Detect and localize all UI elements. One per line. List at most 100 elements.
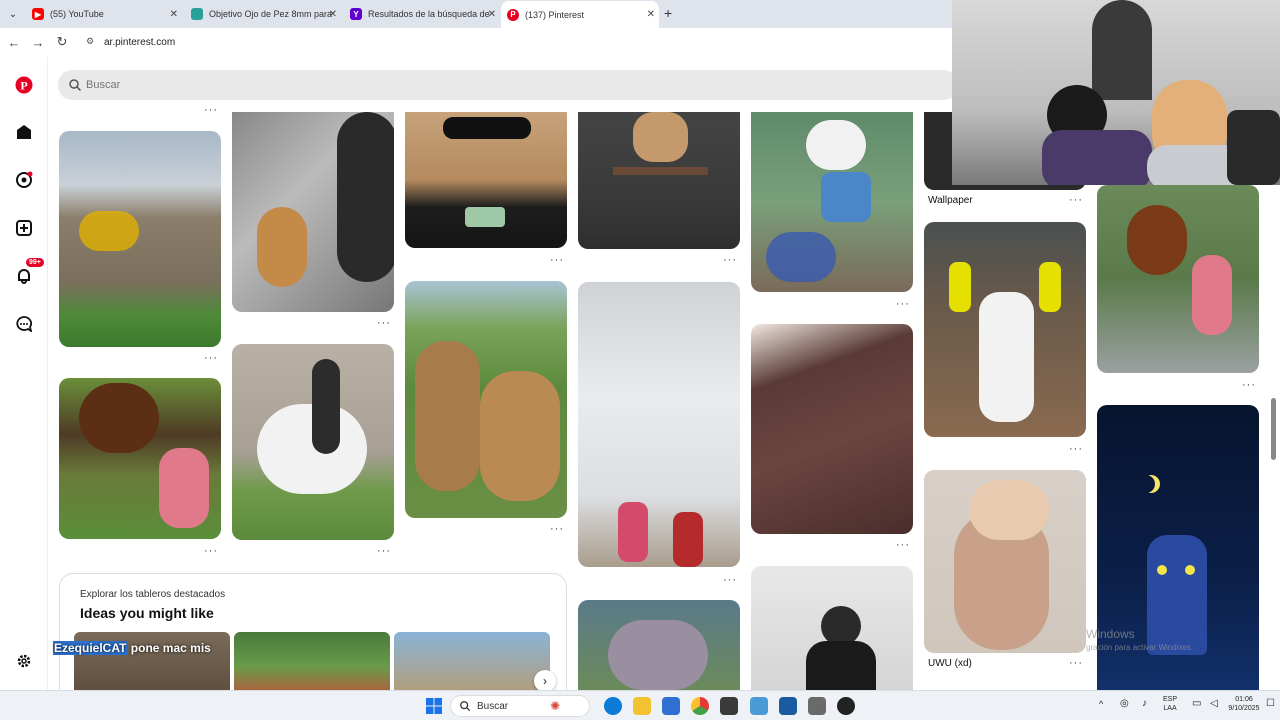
pin-more-icon[interactable]: ··· xyxy=(896,298,910,310)
store-icon[interactable] xyxy=(662,697,680,715)
volume-icon[interactable]: ◁ xyxy=(1210,699,1218,709)
pin-more-icon[interactable]: ··· xyxy=(204,352,218,364)
pin-donkey[interactable] xyxy=(578,600,740,690)
featured-boards-card: Explorar los tableros destacados Ideas y… xyxy=(59,573,567,703)
windows-activation-watermark: Windows gración para activar Windows. xyxy=(1086,627,1193,652)
pin-more-icon[interactable]: ··· xyxy=(723,254,737,266)
pin-more-icon[interactable]: ··· xyxy=(377,545,391,557)
pin-mirror-selfie[interactable] xyxy=(751,566,913,690)
pin-more-icon[interactable]: ··· xyxy=(550,523,564,535)
pin-cat-sunglasses[interactable] xyxy=(405,112,567,248)
app-icon[interactable] xyxy=(750,697,768,715)
pin-motorcycle-fall[interactable] xyxy=(59,131,221,347)
close-icon[interactable]: ✕ xyxy=(329,9,337,20)
search-input[interactable] xyxy=(86,79,686,91)
chevron-right-icon[interactable]: › xyxy=(534,670,556,692)
svg-text:P: P xyxy=(20,79,27,93)
clock-time: 01:06 xyxy=(1235,696,1253,703)
pin-orangutan-bike-2[interactable] xyxy=(1097,185,1259,373)
settings-icon[interactable] xyxy=(12,649,36,673)
page-icon xyxy=(191,8,203,20)
tab-title: Resultados de la búsqueda de xyxy=(368,9,490,19)
tab-youtube[interactable]: ▶ (55) YouTube ✕ xyxy=(26,2,182,26)
pin-more-icon[interactable]: ··· xyxy=(550,254,564,266)
pin-more-icon[interactable]: ··· xyxy=(1242,379,1256,391)
obs-icon[interactable] xyxy=(837,697,855,715)
pin-more-icon[interactable]: ··· xyxy=(204,545,218,557)
pin-more-icon[interactable]: ··· xyxy=(1069,657,1083,669)
windows-taskbar: Buscar ✺ ^ ◎ ♪ ESP LAA ▭ ◁ 01:06 9/10/20… xyxy=(0,690,1280,720)
pin-ice-cream-bars[interactable] xyxy=(751,324,913,534)
pin-more-icon[interactable]: ··· xyxy=(377,317,391,329)
pin-baby-water-jug[interactable] xyxy=(751,112,913,292)
forward-icon[interactable]: → xyxy=(29,33,47,51)
watermark-line1: Windows xyxy=(1086,627,1135,641)
create-icon[interactable] xyxy=(12,216,36,240)
tab-search-dropdown-icon[interactable]: ⌄ xyxy=(4,5,22,23)
pin-title: UWU (xd) xyxy=(928,658,972,669)
chevron-up-icon[interactable]: ^ xyxy=(1099,700,1103,709)
pin-party-yellow-gloves[interactable] xyxy=(924,222,1086,437)
pinterest-logo-icon[interactable]: P xyxy=(12,73,36,97)
pin-title: Wallpaper xyxy=(928,195,973,206)
pin-orangutan-bike[interactable] xyxy=(59,378,221,539)
notifications-icon[interactable]: 99+ xyxy=(12,258,44,288)
reload-icon[interactable]: ↻ xyxy=(53,33,71,51)
monitor-icon[interactable]: ▭ xyxy=(1192,699,1201,709)
taskbar-search[interactable]: Buscar ✺ xyxy=(450,695,590,717)
clock[interactable]: 01:06 9/10/2025 xyxy=(1228,695,1260,713)
file-explorer-icon[interactable] xyxy=(633,697,651,715)
tab-yahoo[interactable]: Y Resultados de la búsqueda de ✕ xyxy=(344,2,500,26)
tab-title: (137) Pinterest xyxy=(525,9,585,20)
tab-objetivo[interactable]: Objetivo Ojo de Pez 8mm para ✕ xyxy=(185,2,341,26)
language-indicator[interactable]: ESP LAA xyxy=(1163,695,1177,713)
microphone-icon[interactable]: ♪ xyxy=(1142,699,1147,709)
pin-dog-sandal[interactable] xyxy=(232,344,394,540)
pin-more-icon[interactable]: ··· xyxy=(1069,194,1083,206)
pin-more-icon[interactable]: ··· xyxy=(723,574,737,586)
notification-center-icon[interactable]: ☐ xyxy=(1266,699,1275,709)
tab-pinterest[interactable]: P (137) Pinterest ✕ xyxy=(501,1,659,28)
edge-icon[interactable] xyxy=(604,697,622,715)
microphone-app-icon[interactable] xyxy=(808,697,826,715)
close-icon[interactable]: ✕ xyxy=(170,9,178,20)
notification-badge: 99+ xyxy=(26,258,44,267)
navigation-bar: ← → ↻ ⚙ ar.pinterest.com xyxy=(0,28,960,57)
taskbar-search-placeholder: Buscar xyxy=(477,700,509,712)
back-icon[interactable]: ← xyxy=(5,33,23,51)
pin-more-icon[interactable]: ··· xyxy=(204,104,218,116)
chrome-icon[interactable] xyxy=(691,697,709,715)
tab-title: Objetivo Ojo de Pez 8mm para xyxy=(209,9,333,19)
keyboard-layout: LAA xyxy=(1163,705,1177,712)
close-icon[interactable]: ✕ xyxy=(488,9,496,20)
watermark-line2: gración para activar Windows. xyxy=(1086,643,1194,652)
pinterest-sidebar: P 99+ xyxy=(0,57,48,690)
app-icon[interactable] xyxy=(720,697,738,715)
new-tab-icon[interactable]: + xyxy=(664,5,672,21)
tab-strip: ⌄ ▶ (55) YouTube ✕ Objetivo Ojo de Pez 8… xyxy=(0,0,960,28)
home-icon[interactable] xyxy=(12,120,36,144)
overlay-username: EzequielCAT xyxy=(53,641,128,655)
overlay-message: pone mac mis xyxy=(130,641,211,655)
app-icon[interactable] xyxy=(779,697,797,715)
pin-hamster-gym[interactable] xyxy=(232,112,394,312)
windows-start-icon[interactable] xyxy=(425,697,443,715)
pin-more-icon[interactable]: ··· xyxy=(1069,443,1083,455)
pin-kids-foam[interactable] xyxy=(578,282,740,567)
pin-hamster-deadlift[interactable] xyxy=(578,112,740,249)
explore-icon[interactable] xyxy=(12,168,36,192)
site-info-icon[interactable]: ⚙ xyxy=(86,36,98,48)
search-bar[interactable] xyxy=(58,70,958,100)
pin-more-icon[interactable]: ··· xyxy=(896,539,910,551)
pin-marmots[interactable] xyxy=(405,281,567,518)
page-scrollbar[interactable] xyxy=(1271,398,1276,460)
tab-title: (55) YouTube xyxy=(50,9,104,19)
network-icon[interactable]: ◎ xyxy=(1120,699,1129,709)
messages-icon[interactable] xyxy=(12,312,36,336)
youtube-icon: ▶ xyxy=(32,8,44,20)
pin-uwu-chicken-head[interactable] xyxy=(924,470,1086,653)
close-icon[interactable]: ✕ xyxy=(647,9,655,20)
clock-date: 9/10/2025 xyxy=(1228,705,1260,712)
yahoo-icon: Y xyxy=(350,8,362,20)
address-bar[interactable]: ⚙ ar.pinterest.com xyxy=(80,31,950,54)
